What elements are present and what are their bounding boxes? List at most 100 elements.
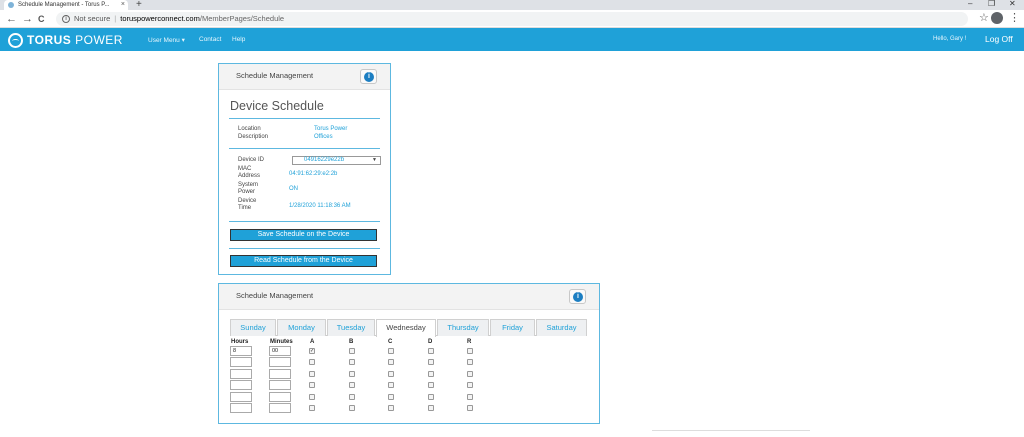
contact-link[interactable]: Contact (199, 36, 221, 43)
hours-input[interactable] (230, 380, 252, 390)
minutes-input[interactable] (269, 369, 291, 379)
tab-tuesday[interactable]: Tuesday (327, 319, 375, 336)
checkbox-r[interactable] (467, 359, 473, 365)
device-id-select[interactable]: 04916229e22b ▼ (292, 156, 381, 165)
divider (229, 221, 380, 222)
b-column-header: B (349, 339, 354, 345)
logoff-link[interactable]: Log Off (985, 34, 1013, 44)
checkbox-d[interactable] (428, 371, 434, 377)
checkbox-c[interactable] (388, 394, 394, 400)
checkbox-d[interactable] (428, 382, 434, 388)
hours-input[interactable] (230, 357, 252, 367)
hours-input[interactable] (230, 369, 252, 379)
checkbox-b[interactable] (349, 359, 355, 365)
description-label: Description (238, 134, 269, 140)
tab-monday[interactable]: Monday (277, 319, 326, 336)
hours-input[interactable] (230, 392, 252, 402)
new-tab-icon[interactable]: + (136, 0, 142, 10)
logo-text-rest: POWER (71, 33, 123, 47)
help-link[interactable]: Help (232, 36, 245, 43)
help-button[interactable]: i (569, 289, 586, 304)
c-column-header: C (388, 339, 393, 345)
account-icon[interactable] (991, 12, 1003, 24)
tab-sunday[interactable]: Sunday (230, 319, 276, 336)
checkbox-b[interactable] (349, 394, 355, 400)
tab-saturday[interactable]: Saturday (536, 319, 587, 336)
device-time-value: 1/28/2020 11:18:36 AM (289, 203, 351, 209)
device-id-label: Device ID (238, 157, 265, 163)
checkbox-r[interactable] (467, 405, 473, 411)
tab-title: Schedule Management - Torus P... (18, 2, 110, 8)
checkbox-a[interactable] (309, 382, 315, 388)
checkbox-r[interactable] (467, 382, 473, 388)
checkbox-a[interactable]: ✓ (309, 348, 315, 354)
device-time-label: Device Time (238, 198, 257, 211)
checkbox-a[interactable] (309, 405, 315, 411)
minutes-input[interactable] (269, 357, 291, 367)
divider (229, 148, 380, 149)
checkbox-c[interactable] (388, 359, 394, 365)
panel-header: Schedule Management i (219, 64, 390, 90)
forward-icon[interactable]: → (22, 12, 33, 26)
logo-text-bold: TORUS (27, 33, 72, 47)
help-button[interactable]: i (360, 69, 377, 84)
checkbox-r[interactable] (467, 394, 473, 400)
minutes-column-header: Minutes (270, 339, 293, 345)
checkbox-b[interactable] (349, 371, 355, 377)
read-schedule-button[interactable]: Read Schedule from the Device (230, 255, 377, 267)
device-id-value: 04916229e22b (304, 157, 345, 163)
address-bar-row: ← → C i Not secure | toruspowerconnect.com/… (0, 10, 1024, 28)
checkbox-a[interactable] (309, 394, 315, 400)
panel-title: Schedule Management (236, 71, 314, 80)
divider (229, 248, 380, 249)
tab-wednesday[interactable]: Wednesday (376, 319, 436, 337)
checkbox-a[interactable] (309, 359, 315, 365)
checkbox-d[interactable] (428, 359, 434, 365)
device-schedule-panel: Schedule Management i Device Schedule Lo… (218, 63, 391, 275)
restore-icon[interactable]: ❐ (988, 0, 995, 8)
save-schedule-button[interactable]: Save Schedule on the Device (230, 229, 377, 241)
minutes-input[interactable] (269, 403, 291, 413)
checkbox-b[interactable] (349, 348, 355, 354)
panel-header: Schedule Management i (219, 284, 599, 310)
checkbox-r[interactable] (467, 348, 473, 354)
reload-icon[interactable]: C (38, 12, 45, 26)
minutes-input[interactable] (269, 392, 291, 402)
checkbox-d[interactable] (428, 405, 434, 411)
system-power-label: System Power (238, 182, 259, 195)
close-window-icon[interactable]: ✕ (1009, 0, 1016, 8)
location-value: Torus Power (314, 126, 348, 132)
checkbox-a[interactable] (309, 371, 315, 377)
checkbox-c[interactable] (388, 405, 394, 411)
torus-logo-icon (8, 32, 23, 48)
tab-close-icon[interactable]: × (121, 0, 125, 10)
tab-thursday[interactable]: Thursday (437, 319, 489, 336)
checkbox-c[interactable] (388, 382, 394, 388)
checkbox-r[interactable] (467, 371, 473, 377)
checkbox-d[interactable] (428, 348, 434, 354)
description-value: Offices (314, 134, 333, 140)
bookmark-star-icon[interactable]: ☆ (979, 11, 989, 24)
hours-input[interactable] (230, 403, 252, 413)
browser-menu-icon[interactable]: ⋮ (1009, 11, 1020, 24)
checkbox-c[interactable] (388, 348, 394, 354)
tab-friday[interactable]: Friday (490, 319, 535, 336)
browser-tab[interactable]: Schedule Management - Torus P... × (4, 0, 128, 10)
day-tabs: Sunday Monday Tuesday Wednesday Thursday… (230, 319, 587, 337)
checkbox-c[interactable] (388, 371, 394, 377)
info-icon[interactable]: i (62, 15, 70, 24)
back-icon[interactable]: ← (6, 12, 17, 26)
user-menu-link[interactable]: User Menu ▾ (148, 36, 185, 44)
help-icon: i (364, 72, 374, 82)
minimize-icon[interactable]: – (968, 0, 972, 8)
torus-logo[interactable]: TORUS POWER (8, 32, 123, 48)
url-host: toruspowerconnect.com (120, 14, 200, 23)
url-input[interactable]: i Not secure | toruspowerconnect.com/Member… (56, 12, 968, 26)
checkbox-b[interactable] (349, 405, 355, 411)
checkbox-b[interactable] (349, 382, 355, 388)
hours-input[interactable]: 8 (230, 346, 252, 356)
minutes-input[interactable]: 00 (269, 346, 291, 356)
checkbox-d[interactable] (428, 394, 434, 400)
minutes-input[interactable] (269, 380, 291, 390)
url-separator: | (114, 14, 117, 23)
